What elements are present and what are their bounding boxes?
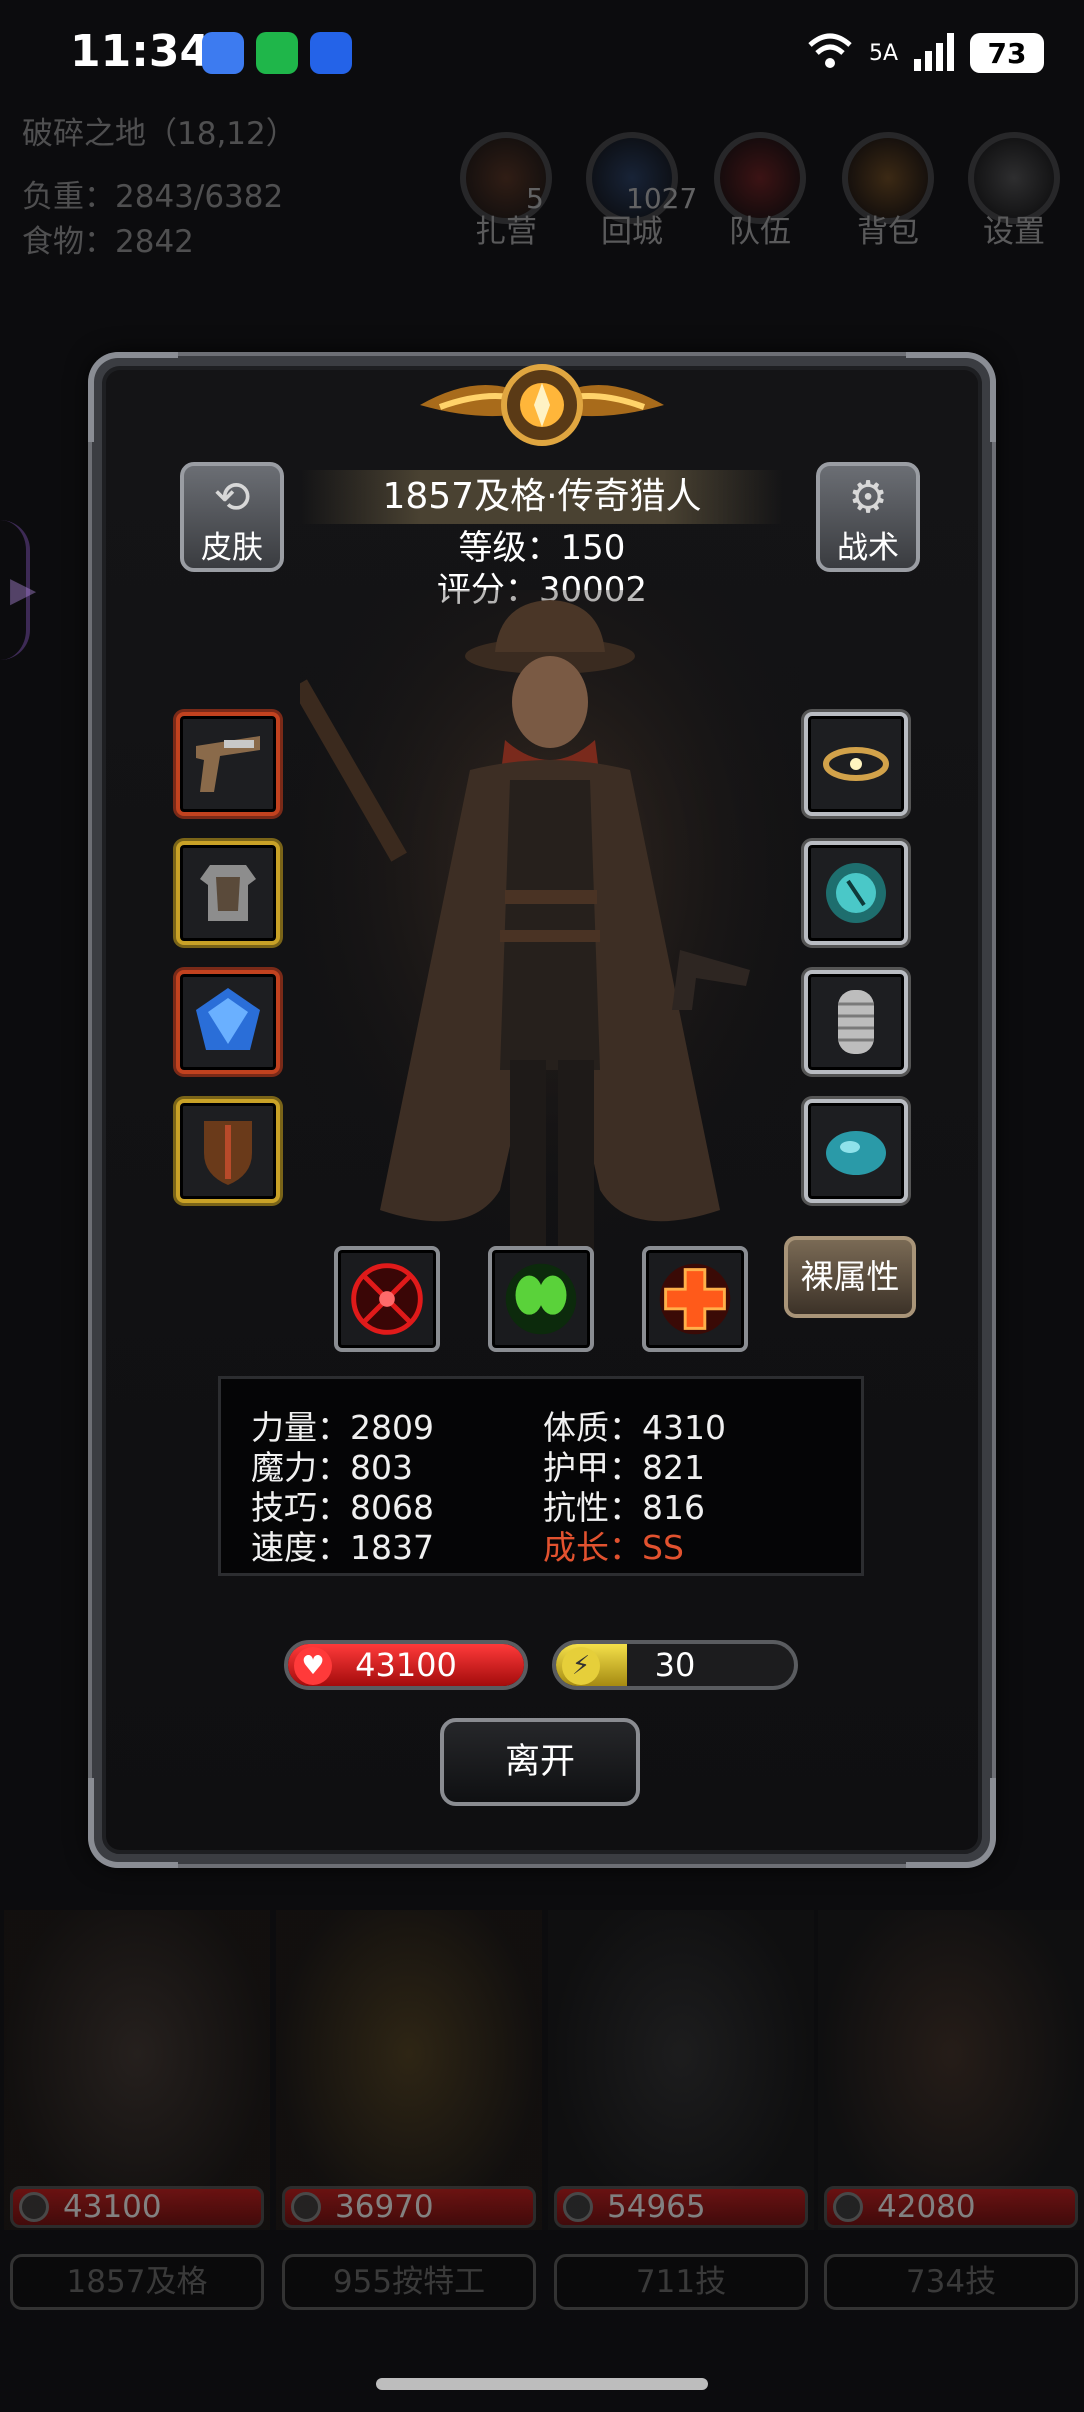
location-text: 破碎之地（18,12） [22,116,297,152]
skill-slot-3[interactable] [642,1246,748,1352]
pistol-icon [196,736,260,792]
armor-swap-icon: ⟲ [213,472,251,523]
sword-icon [833,2192,863,2222]
chevron-right-icon[interactable]: ▶ [10,570,36,610]
party-hp: 43100 [10,2186,264,2228]
party-card[interactable]: 42080 734技 [818,1910,1084,2330]
ring-icon [823,747,889,781]
stat-speed: 速度：1837 [251,1528,434,1567]
status-time: 11:34 [70,26,211,77]
party-name: 955按特工 [282,2254,536,2310]
equip-slot-stone[interactable] [804,1099,908,1203]
sword-icon [291,2192,321,2222]
amulet-icon [826,863,886,923]
party-portrait [4,1910,270,2230]
hero-name: 1857及格·传奇猎人 [300,470,784,524]
return-badge: 1027 [626,182,698,215]
equip-slot-gem[interactable] [176,970,280,1074]
team-button[interactable]: 队伍 [710,132,810,251]
equip-slot-gloves[interactable] [804,970,908,1074]
party-card[interactable]: 54965 711技 [548,1910,814,2330]
status-bar: 11:34 5A 73 [0,0,1084,110]
sword-icon [563,2192,593,2222]
ornament-corner-tl [88,352,178,442]
turquoise-icon [826,1131,886,1175]
ornament-corner-bl [88,1778,178,1868]
hp-bar: ♥ 43100 [284,1640,528,1690]
gear-icon: ⚙ [848,472,888,523]
crosshair-icon [351,1263,423,1335]
home-indicator[interactable] [376,2378,708,2390]
party-hp: 36970 [282,2186,536,2228]
hero-portrait [300,590,800,1280]
skill-slot-1[interactable] [334,1246,440,1352]
energy-value: 30 [654,1646,696,1684]
equip-slot-armor[interactable] [176,841,280,945]
party-name: 1857及格 [10,2254,264,2310]
camp-button[interactable]: 扎营 5 [456,132,556,251]
crest-emblem [420,364,664,446]
wechat-app-icon [256,32,298,74]
equip-slot-ring[interactable] [804,712,908,816]
bulb-app-icon [310,32,352,74]
equip-slot-weapon[interactable] [176,712,280,816]
settings-button[interactable]: 设置 [964,132,1064,251]
return-city-button[interactable]: 回城 1027 [582,132,697,251]
heal-cross-icon [659,1263,731,1335]
equip-slot-shield[interactable] [176,1099,280,1203]
chainmail-icon [838,990,874,1054]
poison-icon [505,1263,577,1335]
party-hp: 54965 [554,2186,808,2228]
stats-panel: 力量：2809 体质：4310 魔力：803 护甲：821 技巧：8068 抗性… [218,1376,864,1576]
party-portrait [818,1910,1084,2230]
party-name: 711技 [554,2254,808,2310]
ornament-corner-tr [906,352,996,442]
weight-text: 负重：2843/6382 [22,179,284,215]
party-name: 734技 [824,2254,1078,2310]
energy-bar: ⚡ 30 [552,1640,798,1690]
stat-growth: 成长：SS [543,1528,684,1567]
armor-icon [200,865,256,921]
hud-info: 破碎之地（18,12） 负重：2843/6382 食物：2842 [22,112,297,265]
equip-slot-amulet[interactable] [804,841,908,945]
wifi-icon [805,31,855,75]
party-portrait [276,1910,542,2230]
battery-indicator: 73 [970,33,1044,73]
party-hp: 42080 [824,2186,1078,2228]
status-indicators: 5A 73 [805,30,1044,76]
message-app-icon [202,32,244,74]
food-text: 食物：2842 [22,224,194,260]
party-card[interactable]: 36970 955按特工 [276,1910,542,2330]
base-stats-button[interactable]: 裸属性 [784,1236,916,1318]
shield-icon [204,1121,252,1185]
party-portrait [548,1910,814,2230]
party-card[interactable]: 43100 1857及格 [4,1910,270,2330]
network-label: 5A [868,40,898,66]
skin-button[interactable]: ⟲ 皮肤 [180,462,284,572]
hp-value: 43100 [355,1646,457,1684]
bag-button[interactable]: 背包 [838,132,938,251]
skill-slot-2[interactable] [488,1246,594,1352]
signal-icon [912,31,956,75]
sword-icon [19,2192,49,2222]
leave-button[interactable]: 离开 [440,1718,640,1806]
sapphire-icon [196,988,260,1050]
ornament-corner-br [906,1778,996,1868]
camp-badge: 5 [526,182,544,215]
tactics-button[interactable]: ⚙ 战术 [816,462,920,572]
hud-buttons: 扎营 5 回城 1027 队伍 背包 设置 [452,132,1072,262]
